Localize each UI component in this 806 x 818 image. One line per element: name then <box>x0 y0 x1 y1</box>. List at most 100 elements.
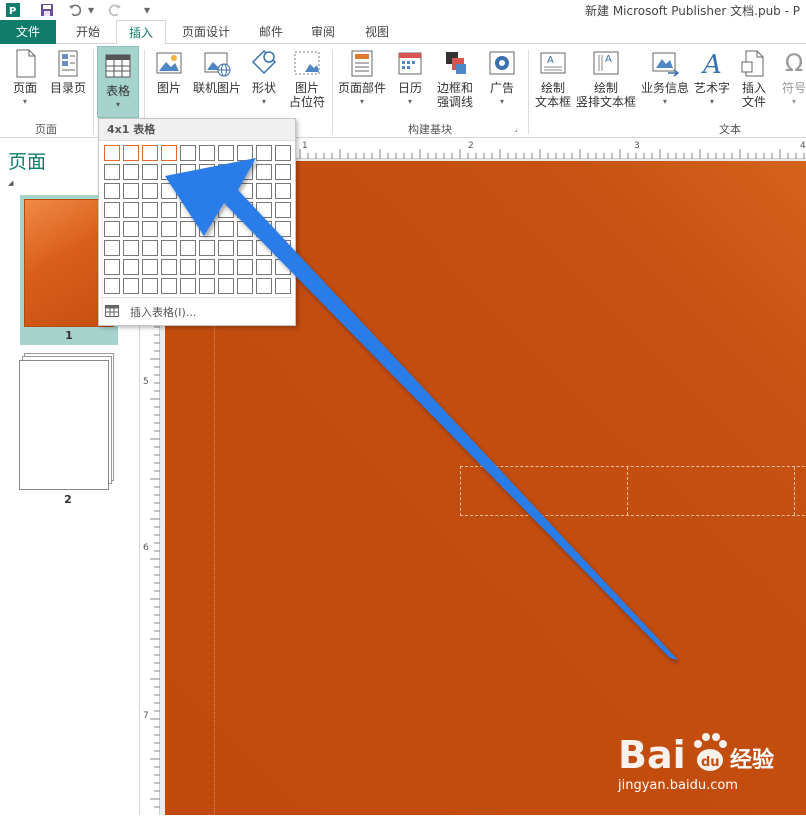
table-grid-cell[interactable] <box>161 259 177 275</box>
tab-mailings[interactable]: 邮件 <box>246 20 296 44</box>
table-grid-cell[interactable] <box>237 240 253 256</box>
dialog-launcher-icon[interactable]: ⌟ <box>514 124 518 133</box>
table-grid-cell[interactable] <box>218 240 234 256</box>
table-grid-cell[interactable] <box>104 240 120 256</box>
table-grid-cell[interactable] <box>180 221 196 237</box>
table-grid-cell[interactable] <box>218 259 234 275</box>
table-grid-cell[interactable] <box>256 259 272 275</box>
table-grid-cell[interactable] <box>237 164 253 180</box>
table-grid-cell[interactable] <box>142 240 158 256</box>
table-grid-cell[interactable] <box>275 221 291 237</box>
table-grid-cell[interactable] <box>237 278 253 294</box>
table-grid-cell[interactable] <box>161 202 177 218</box>
table-grid-cell[interactable] <box>142 202 158 218</box>
table-grid-cell[interactable] <box>123 145 139 161</box>
table-grid-cell[interactable] <box>180 278 196 294</box>
table-grid-cell[interactable] <box>237 202 253 218</box>
table-grid-cell[interactable] <box>161 278 177 294</box>
undo-dropdown-icon[interactable]: ▾ <box>86 1 96 19</box>
table-grid-cell[interactable] <box>256 145 272 161</box>
shapes-button[interactable]: 形状 ▾ <box>246 48 282 109</box>
table-grid-cell[interactable] <box>218 278 234 294</box>
table-grid-cell[interactable] <box>256 221 272 237</box>
table-grid-cell[interactable] <box>256 202 272 218</box>
table-grid-cell[interactable] <box>180 164 196 180</box>
picture-placeholder-button[interactable]: 图片 占位符 <box>286 48 328 109</box>
table-grid-cell[interactable] <box>104 145 120 161</box>
table-grid-cell[interactable] <box>256 183 272 199</box>
tab-insert[interactable]: 插入 <box>116 20 166 45</box>
table-grid-cell[interactable] <box>199 145 215 161</box>
table-placeholder[interactable] <box>460 466 806 516</box>
table-grid-cell[interactable] <box>275 240 291 256</box>
table-grid-cell[interactable] <box>199 221 215 237</box>
tab-page-design[interactable]: 页面设计 <box>170 20 242 44</box>
table-grid-cell[interactable] <box>104 278 120 294</box>
tab-view[interactable]: 视图 <box>350 20 404 44</box>
table-grid-cell[interactable] <box>123 221 139 237</box>
table-grid-cell[interactable] <box>142 259 158 275</box>
table-grid-cell[interactable] <box>275 164 291 180</box>
table-grid-cell[interactable] <box>199 183 215 199</box>
table-grid-cell[interactable] <box>161 240 177 256</box>
draw-vertical-textbox-button[interactable]: A 绘制 竖排文本框 <box>576 48 636 109</box>
picture-button[interactable]: 图片 <box>150 48 188 95</box>
insert-file-button[interactable]: 插入 文件 <box>736 48 772 109</box>
table-grid-cell[interactable] <box>180 183 196 199</box>
table-grid-cell[interactable] <box>142 145 158 161</box>
table-grid-cell[interactable] <box>123 164 139 180</box>
table-grid-cell[interactable] <box>161 164 177 180</box>
insert-table-menu-item[interactable]: 插入表格(I)... <box>105 303 291 321</box>
table-grid-cell[interactable] <box>199 202 215 218</box>
draw-textbox-button[interactable]: A 绘制 文本框 <box>532 48 574 109</box>
table-grid-cell[interactable] <box>256 240 272 256</box>
table-grid-cell[interactable] <box>123 240 139 256</box>
table-grid-cell[interactable] <box>142 278 158 294</box>
table-grid-cell[interactable] <box>104 164 120 180</box>
table-grid-cell[interactable] <box>104 183 120 199</box>
table-grid-cell[interactable] <box>199 278 215 294</box>
table-grid-cell[interactable] <box>218 221 234 237</box>
table-grid-cell[interactable] <box>180 145 196 161</box>
calendar-button[interactable]: 日历 ▾ <box>392 48 428 109</box>
save-icon[interactable] <box>38 1 56 19</box>
table-grid-cell[interactable] <box>180 240 196 256</box>
table-grid-cell[interactable] <box>142 164 158 180</box>
page-parts-button[interactable]: 页面部件 ▾ <box>336 48 388 109</box>
table-grid-cell[interactable] <box>142 221 158 237</box>
table-grid-cell[interactable] <box>275 278 291 294</box>
symbol-button[interactable]: Ω 符号 ▾ <box>776 48 806 109</box>
table-grid-cell[interactable] <box>104 259 120 275</box>
table-grid-cell[interactable] <box>218 183 234 199</box>
table-grid-cell[interactable] <box>161 183 177 199</box>
business-info-button[interactable]: 业务信息 ▾ <box>640 48 690 109</box>
table-grid-cell[interactable] <box>275 259 291 275</box>
table-grid-cell[interactable] <box>237 183 253 199</box>
table-grid-cell[interactable] <box>123 202 139 218</box>
customize-qat-icon[interactable]: ▾ <box>142 1 152 19</box>
table-grid-cell[interactable] <box>275 183 291 199</box>
tab-home[interactable]: 开始 <box>62 20 114 44</box>
table-grid-cell[interactable] <box>142 183 158 199</box>
table-grid-cell[interactable] <box>218 164 234 180</box>
table-button[interactable]: 表格 ▾ <box>97 46 139 118</box>
table-grid-cell[interactable] <box>161 145 177 161</box>
table-grid-cell[interactable] <box>199 164 215 180</box>
table-grid-cell[interactable] <box>237 221 253 237</box>
table-grid-cell[interactable] <box>237 259 253 275</box>
table-grid-cell[interactable] <box>218 202 234 218</box>
table-grid-cell[interactable] <box>199 259 215 275</box>
table-grid-cell[interactable] <box>275 145 291 161</box>
table-grid-cell[interactable] <box>256 164 272 180</box>
redo-icon[interactable] <box>106 1 124 19</box>
table-grid-cell[interactable] <box>104 221 120 237</box>
borders-accents-button[interactable]: 边框和 强调线 <box>430 48 480 109</box>
page-thumbnail-2[interactable]: 2 <box>18 353 118 506</box>
tab-review[interactable]: 审阅 <box>300 20 346 44</box>
collapse-icon[interactable]: ◢ <box>8 179 13 187</box>
table-grid-cell[interactable] <box>180 202 196 218</box>
table-grid-cell[interactable] <box>104 202 120 218</box>
table-grid-cell[interactable] <box>123 278 139 294</box>
table-grid-cell[interactable] <box>180 259 196 275</box>
page-button[interactable]: 页面 ▾ <box>4 48 46 109</box>
